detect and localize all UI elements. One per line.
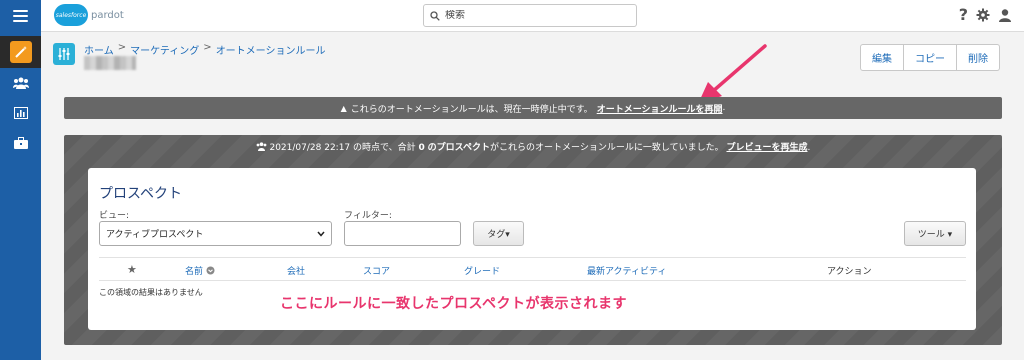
delete-button[interactable]: 削除 <box>957 44 1000 71</box>
tools-button[interactable]: ツール ▾ <box>904 221 966 246</box>
view-select[interactable]: アクティブプロスペクト <box>99 221 332 246</box>
view-select-value: アクティブプロスペクト <box>106 230 204 240</box>
sidebar <box>0 32 41 360</box>
sidebar-item-admin[interactable] <box>0 128 41 158</box>
breadcrumb-marketing[interactable]: マーケティング <box>130 42 199 57</box>
pardot-logo[interactable]: salesforce pardot <box>54 4 124 26</box>
help-icon[interactable]: ? <box>959 7 968 23</box>
menu-icon <box>13 10 28 22</box>
table-header: ★ 名前 会社 スコア グレード 最新アクティビティ アクション <box>99 257 966 281</box>
column-action: アクション <box>827 267 872 277</box>
page-header: ホーム > マーケティング > オートメーションルール 編集 コピー 削除 <box>41 33 1024 81</box>
gear-icon[interactable] <box>976 8 990 22</box>
search-icon <box>430 10 440 21</box>
edit-button[interactable]: 編集 <box>860 44 904 71</box>
copy-button[interactable]: コピー <box>904 44 957 71</box>
regenerate-preview-link[interactable]: プレビューを再生成 <box>726 143 807 153</box>
preview-message: 2021/07/28 22:17 の時点で、合計 0 のプロスペクトがこれらのオ… <box>64 141 1002 155</box>
search-input[interactable] <box>445 10 625 21</box>
warning-icon: ▲ <box>340 103 347 113</box>
logo-text: pardot <box>91 9 124 21</box>
breadcrumb-separator: > <box>117 42 127 53</box>
empty-results-text: この領域の結果はありません <box>99 288 203 297</box>
automation-wand-icon <box>9 41 32 63</box>
search-box[interactable] <box>423 4 637 27</box>
preview-panel: 2021/07/28 22:17 の時点で、合計 0 のプロスペクトがこれらのオ… <box>64 135 1002 345</box>
preview-period: . <box>807 143 811 153</box>
filter-input[interactable] <box>344 221 461 246</box>
breadcrumb-automation-rules[interactable]: オートメーションルール <box>216 42 326 57</box>
users-icon <box>256 142 267 151</box>
sidebar-item-prospects[interactable] <box>0 68 41 98</box>
prospect-card: プロスペクト ビュー: アクティブプロスペクト フィルター: タグ▾ ツール ▾… <box>88 168 976 330</box>
menu-button[interactable] <box>0 0 41 32</box>
banner-period: . <box>722 103 726 113</box>
column-name[interactable]: 名前 <box>185 264 215 277</box>
breadcrumb-separator: > <box>203 42 212 53</box>
resume-rule-link[interactable]: オートメーションルールを再開 <box>597 102 723 115</box>
prospect-word: のプロスペクト <box>427 143 491 153</box>
column-last-activity[interactable]: 最新アクティビティ <box>587 264 666 277</box>
sidebar-item-automation[interactable] <box>0 36 41 68</box>
top-bar: salesforce pardot ? <box>0 0 1024 32</box>
star-icon[interactable]: ★ <box>127 263 137 276</box>
tag-button[interactable]: タグ▾ <box>473 221 524 246</box>
add-circle-icon <box>206 266 215 275</box>
column-name-label: 名前 <box>185 267 204 277</box>
automation-rule-icon <box>53 43 75 65</box>
preview-text-prefix: 2021/07/28 22:17 の時点で、合計 <box>269 143 416 153</box>
column-score[interactable]: スコア <box>363 264 390 277</box>
salesforce-cloud-logo: salesforce <box>54 4 88 26</box>
action-buttons: 編集 コピー 削除 <box>860 44 1000 71</box>
annotation-text: ここにルールに一致したプロスペクトが表示されます <box>280 296 628 312</box>
card-title: プロスペクト <box>99 186 183 202</box>
prospects-icon <box>12 77 29 89</box>
view-label: ビュー: <box>99 211 130 221</box>
column-company[interactable]: 会社 <box>287 264 305 277</box>
prospect-count: 0 <box>418 143 425 153</box>
breadcrumb: ホーム > マーケティング > オートメーションルール <box>84 42 326 57</box>
briefcase-icon <box>13 137 28 149</box>
reports-icon <box>13 107 28 119</box>
blurred-rule-name <box>84 56 136 70</box>
chevron-down-icon <box>317 231 325 237</box>
column-grade[interactable]: グレード <box>464 264 500 277</box>
breadcrumb-home[interactable]: ホーム <box>84 42 114 57</box>
preview-text-suffix: がこれらのオートメーションルールに一致していました。 <box>490 143 724 153</box>
paused-message: これらのオートメーションルールは、現在一時停止中です。 <box>350 104 593 115</box>
filter-label: フィルター: <box>344 211 392 221</box>
sidebar-item-reports[interactable] <box>0 98 41 128</box>
user-icon[interactable] <box>998 8 1012 22</box>
paused-banner: ▲ これらのオートメーションルールは、現在一時停止中です。 オートメーションルー… <box>64 97 1002 119</box>
